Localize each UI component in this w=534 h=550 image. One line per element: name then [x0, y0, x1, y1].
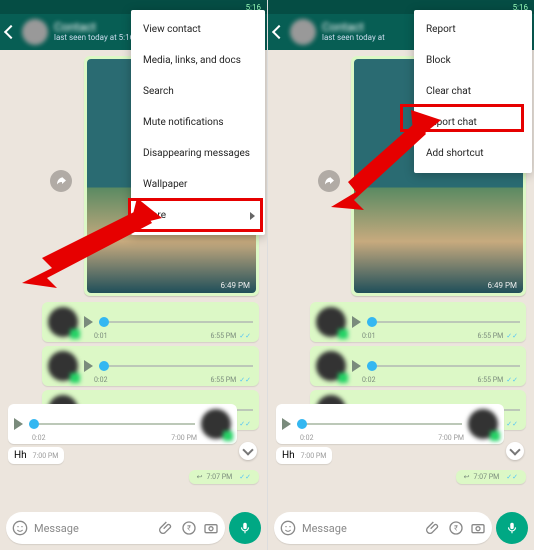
voice-avatar: [316, 351, 346, 381]
text-message-in[interactable]: Hh 7:00 PM: [8, 447, 64, 464]
svg-text:₹: ₹: [454, 524, 458, 533]
phone-left: 5:16 Contact last seen today at 5:16 6:4…: [0, 0, 267, 550]
voice-avatar: [468, 409, 498, 439]
msg-time: 7:00 PM: [301, 452, 327, 460]
message-input-wrap[interactable]: Message ₹: [6, 512, 225, 544]
voice-message[interactable]: 0:016:55 PM✓✓: [42, 302, 259, 342]
text-message-in[interactable]: Hh 7:00 PM: [276, 447, 332, 464]
scroll-down-button[interactable]: [239, 442, 257, 460]
menu-view-contact[interactable]: View contact: [131, 14, 265, 45]
play-icon[interactable]: [84, 360, 93, 372]
forward-icon[interactable]: [50, 170, 72, 192]
composer: Message ₹: [268, 510, 534, 550]
avatar[interactable]: [22, 19, 48, 45]
camera-icon[interactable]: [470, 520, 486, 536]
voice-avatar: [48, 351, 78, 381]
phone-right: 5:16 Contact last seen today at 6:49 PM: [267, 0, 534, 550]
voice-message[interactable]: 0:026:55 PM✓✓: [42, 346, 259, 386]
attach-icon[interactable]: [159, 520, 175, 536]
mic-button[interactable]: [229, 512, 261, 544]
menu-report[interactable]: Report: [414, 14, 532, 45]
menu-search[interactable]: Search: [131, 76, 265, 107]
back-icon[interactable]: [272, 25, 286, 39]
play-icon[interactable]: [14, 418, 23, 430]
rupee-icon[interactable]: ₹: [181, 520, 197, 536]
attach-icon[interactable]: [426, 520, 442, 536]
voice-message-in[interactable]: 0:027:00 PM: [8, 404, 237, 444]
emoji-icon[interactable]: [12, 520, 28, 536]
msg-time: 6:49 PM: [221, 281, 250, 290]
play-icon[interactable]: [352, 360, 361, 372]
rupee-icon[interactable]: ₹: [448, 520, 464, 536]
menu-disappearing[interactable]: Disappearing messages: [131, 138, 265, 169]
menu-block[interactable]: Block: [414, 45, 532, 76]
svg-text:₹: ₹: [187, 524, 191, 533]
voice-avatar: [201, 409, 231, 439]
voice-message-in[interactable]: 0:027:00 PM: [276, 404, 504, 444]
menu-clear-chat[interactable]: Clear chat: [414, 76, 532, 107]
message-input-wrap[interactable]: Message ₹: [274, 512, 492, 544]
message-placeholder: Message: [34, 522, 153, 535]
play-icon[interactable]: [282, 418, 291, 430]
emoji-icon[interactable]: [280, 520, 296, 536]
play-icon[interactable]: [84, 316, 93, 328]
reply-stub[interactable]: ↩7:07 PM✓✓: [189, 470, 259, 484]
voice-avatar: [48, 307, 78, 337]
voice-message[interactable]: 0:016:55 PM✓✓: [310, 302, 526, 342]
message-placeholder: Message: [302, 522, 420, 535]
msg-time: 6:49 PM: [488, 281, 517, 290]
msg-body: Hh: [14, 450, 27, 461]
msg-time: 7:00 PM: [33, 452, 59, 460]
back-icon[interactable]: [4, 25, 18, 39]
menu-wallpaper[interactable]: Wallpaper: [131, 169, 265, 200]
menu-mute[interactable]: Mute notifications: [131, 107, 265, 138]
annotation-highlight-export: [400, 104, 524, 132]
voice-avatar: [316, 307, 346, 337]
composer: Message ₹: [0, 510, 267, 550]
overflow-submenu: Report Block Clear chat Export chat Add …: [414, 10, 532, 173]
scroll-down-button[interactable]: [506, 442, 524, 460]
voice-message[interactable]: 0:026:55 PM✓✓: [310, 346, 526, 386]
forward-icon[interactable]: [318, 170, 340, 192]
play-icon[interactable]: [352, 316, 361, 328]
avatar[interactable]: [290, 19, 316, 45]
camera-icon[interactable]: [203, 520, 219, 536]
menu-media-links-docs[interactable]: Media, links, and docs: [131, 45, 265, 76]
msg-body: Hh: [282, 450, 295, 461]
menu-add-shortcut[interactable]: Add shortcut: [414, 138, 532, 169]
reply-stub[interactable]: ↩7:07 PM✓✓: [456, 470, 526, 484]
mic-button[interactable]: [496, 512, 528, 544]
annotation-highlight-more: [128, 198, 263, 232]
